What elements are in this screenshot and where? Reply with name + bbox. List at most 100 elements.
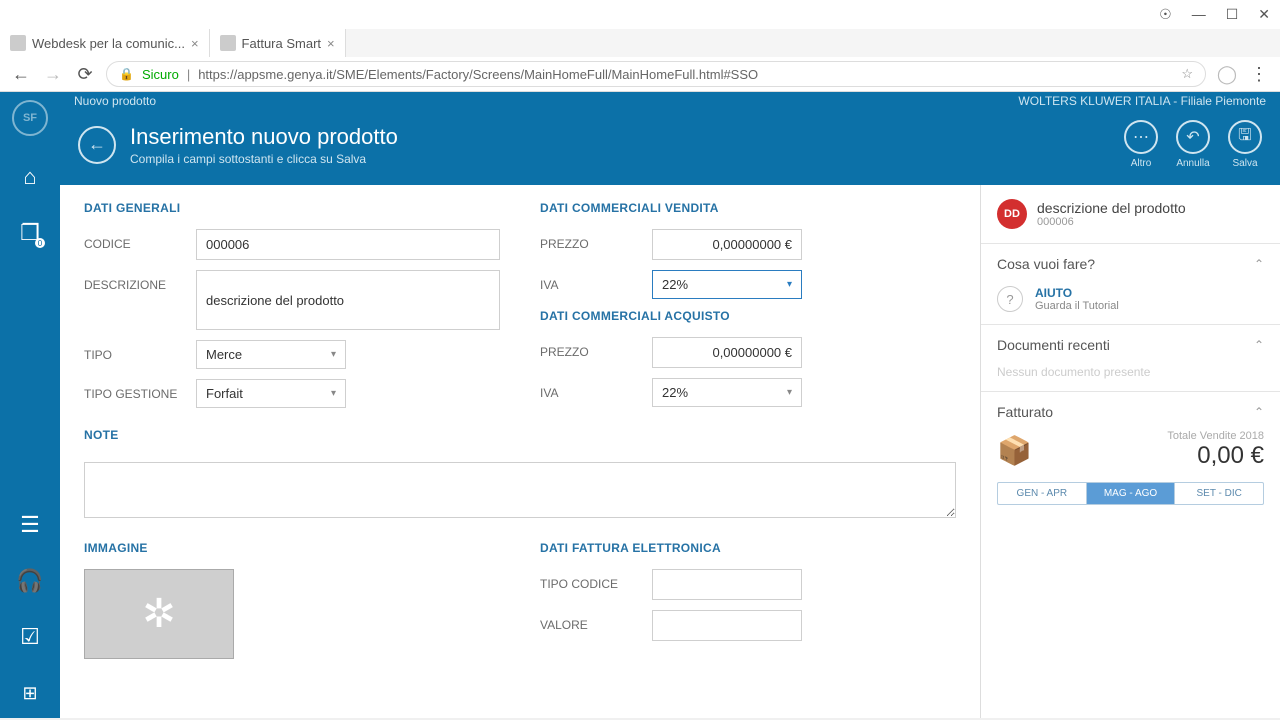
aiuto-link[interactable]: ? AIUTO Guarda il Tutorial bbox=[997, 286, 1264, 312]
salva-button[interactable]: 🖫 Salva bbox=[1228, 120, 1262, 169]
save-icon: 🖫 bbox=[1228, 120, 1262, 154]
back-button[interactable]: ← bbox=[78, 126, 116, 164]
image-placeholder[interactable]: ✲ bbox=[84, 569, 234, 659]
app-sidebar: SF ⌂ ❐0 ☰ 🎧 ☑ ⊞ bbox=[0, 92, 60, 718]
product-header: DD descrizione del prodotto 000006 bbox=[981, 185, 1280, 243]
label-prezzo-vendita: PREZZO bbox=[540, 229, 652, 251]
avatar-badge[interactable]: SF bbox=[12, 100, 48, 136]
documents-icon[interactable]: ❐0 bbox=[15, 218, 45, 248]
period-segment: GEN - APR MAG - AGO SET - DIC bbox=[997, 482, 1264, 505]
textarea-note[interactable] bbox=[84, 462, 956, 518]
fatturato-label: Totale Vendite 2018 bbox=[1167, 430, 1264, 442]
chevron-up-icon: ⌃ bbox=[1254, 257, 1264, 271]
tab-title: Fattura Smart bbox=[242, 36, 321, 51]
label-prezzo-acquisto: PREZZO bbox=[540, 337, 652, 359]
lock-icon: 🔒 bbox=[119, 67, 134, 81]
box-icon: 📦 bbox=[997, 434, 1032, 467]
seg-mag-ago[interactable]: MAG - AGO bbox=[1086, 483, 1175, 504]
favicon-icon bbox=[10, 35, 26, 51]
panel-fatturato: Fatturato ⌃ 📦 Totale Vendite 2018 0,00 € bbox=[981, 391, 1280, 517]
panel-fatturato-header[interactable]: Fatturato ⌃ bbox=[997, 404, 1264, 420]
section-note: NOTE bbox=[84, 428, 956, 442]
close-tab-icon[interactable]: × bbox=[327, 36, 335, 51]
star-icon[interactable]: ☆ bbox=[1181, 66, 1193, 82]
tab-strip: Webdesk per la comunic... × Fattura Smar… bbox=[0, 29, 1280, 57]
address-bar[interactable]: 🔒 Sicuro | https://appsme.genya.it/SME/E… bbox=[106, 61, 1206, 87]
label-codice: CODICE bbox=[84, 229, 196, 251]
reload-icon[interactable]: ⟳ bbox=[74, 64, 96, 85]
right-panel: DD descrizione del prodotto 000006 Cosa … bbox=[980, 185, 1280, 718]
input-codice[interactable] bbox=[196, 229, 500, 260]
more-icon: ⋯ bbox=[1124, 120, 1158, 154]
chevron-down-icon: ▾ bbox=[787, 387, 792, 398]
undo-icon: ↶ bbox=[1176, 120, 1210, 154]
menu-icon[interactable]: ⋮ bbox=[1248, 64, 1270, 85]
label-tipo-codice: TIPO CODICE bbox=[540, 569, 652, 591]
apps-icon[interactable]: ⊞ bbox=[15, 678, 45, 708]
page-title: Inserimento nuovo prodotto bbox=[130, 124, 398, 150]
input-prezzo-acquisto[interactable] bbox=[652, 337, 802, 368]
product-badge: DD bbox=[997, 199, 1027, 229]
close-window-icon[interactable]: ✕ bbox=[1258, 6, 1270, 23]
extension-icon[interactable]: ◯ bbox=[1216, 64, 1238, 85]
forward-icon[interactable]: → bbox=[42, 64, 64, 85]
page-header: ← Inserimento nuovo prodotto Compila i c… bbox=[60, 110, 1280, 185]
product-title: descrizione del prodotto bbox=[1037, 200, 1186, 216]
no-documents-text: Nessun documento presente bbox=[997, 365, 1264, 379]
panel-documenti-header[interactable]: Documenti recenti ⌃ bbox=[997, 337, 1264, 353]
select-tipo-gestione[interactable]: Forfait ▾ bbox=[196, 379, 346, 408]
input-tipo-codice[interactable] bbox=[652, 569, 802, 600]
breadcrumb: Nuovo prodotto bbox=[74, 94, 156, 108]
label-tipo-gestione: TIPO GESTIONE bbox=[84, 379, 196, 401]
select-iva-vendita[interactable]: 22% ▾ bbox=[652, 270, 802, 299]
help-icon: ? bbox=[997, 286, 1023, 312]
annulla-button[interactable]: ↶ Annulla bbox=[1176, 120, 1210, 169]
chevron-down-icon: ▾ bbox=[331, 388, 336, 399]
maximize-icon[interactable]: ☐ bbox=[1226, 6, 1239, 23]
url-text: https://appsme.genya.it/SME/Elements/Fac… bbox=[198, 67, 758, 82]
label-descrizione: DESCRIZIONE bbox=[84, 270, 196, 292]
nav-bar: ← → ⟳ 🔒 Sicuro | https://appsme.genya.it… bbox=[0, 57, 1280, 91]
chevron-up-icon: ⌃ bbox=[1254, 338, 1264, 352]
check-icon[interactable]: ☑ bbox=[15, 622, 45, 652]
input-descrizione[interactable] bbox=[196, 270, 500, 330]
browser-tab-2[interactable]: Fattura Smart × bbox=[210, 29, 346, 57]
input-prezzo-vendita[interactable] bbox=[652, 229, 802, 260]
chevron-down-icon: ▾ bbox=[787, 279, 792, 290]
home-icon[interactable]: ⌂ bbox=[15, 162, 45, 192]
chevron-down-icon: ▾ bbox=[331, 349, 336, 360]
seg-set-dic[interactable]: SET - DIC bbox=[1174, 483, 1263, 504]
select-tipo[interactable]: Merce ▾ bbox=[196, 340, 346, 369]
label-iva-acquisto: IVA bbox=[540, 378, 652, 400]
label-iva-vendita: IVA bbox=[540, 270, 652, 292]
panel-cosa: Cosa vuoi fare? ⌃ ? AIUTO Guarda il Tuto… bbox=[981, 243, 1280, 324]
list-icon[interactable]: ☰ bbox=[15, 510, 45, 540]
form-area: DATI GENERALI CODICE DESCRIZIONE TIPO bbox=[60, 185, 980, 718]
breadcrumb-bar: Nuovo prodotto WOLTERS KLUWER ITALIA - F… bbox=[60, 92, 1280, 110]
window-controls: ☉ — ☐ ✕ bbox=[0, 0, 1280, 29]
company-name: WOLTERS KLUWER ITALIA - Filiale Piemonte bbox=[1018, 94, 1266, 108]
support-icon[interactable]: 🎧 bbox=[15, 566, 45, 596]
minimize-icon[interactable]: — bbox=[1192, 6, 1206, 23]
product-code: 000006 bbox=[1037, 216, 1186, 228]
back-icon[interactable]: ← bbox=[10, 64, 32, 85]
browser-chrome: ☉ — ☐ ✕ Webdesk per la comunic... × Fatt… bbox=[0, 0, 1280, 92]
tab-title: Webdesk per la comunic... bbox=[32, 36, 185, 51]
section-immagine: IMMAGINE bbox=[84, 541, 500, 555]
altro-button[interactable]: ⋯ Altro bbox=[1124, 120, 1158, 169]
secure-label: Sicuro bbox=[142, 67, 179, 82]
chevron-up-icon: ⌃ bbox=[1254, 405, 1264, 419]
user-icon[interactable]: ☉ bbox=[1159, 6, 1172, 23]
browser-tab-1[interactable]: Webdesk per la comunic... × bbox=[0, 29, 210, 57]
close-tab-icon[interactable]: × bbox=[191, 36, 199, 51]
page-subtitle: Compila i campi sottostanti e clicca su … bbox=[130, 152, 398, 166]
panel-cosa-header[interactable]: Cosa vuoi fare? ⌃ bbox=[997, 256, 1264, 272]
section-dati-generali: DATI GENERALI bbox=[84, 201, 500, 215]
label-valore: VALORE bbox=[540, 610, 652, 632]
section-vendita: DATI COMMERCIALI VENDITA bbox=[540, 201, 956, 215]
seg-gen-apr[interactable]: GEN - APR bbox=[998, 483, 1086, 504]
section-acquisto: DATI COMMERCIALI ACQUISTO bbox=[540, 309, 956, 323]
favicon-icon bbox=[220, 35, 236, 51]
input-valore[interactable] bbox=[652, 610, 802, 641]
select-iva-acquisto[interactable]: 22% ▾ bbox=[652, 378, 802, 407]
